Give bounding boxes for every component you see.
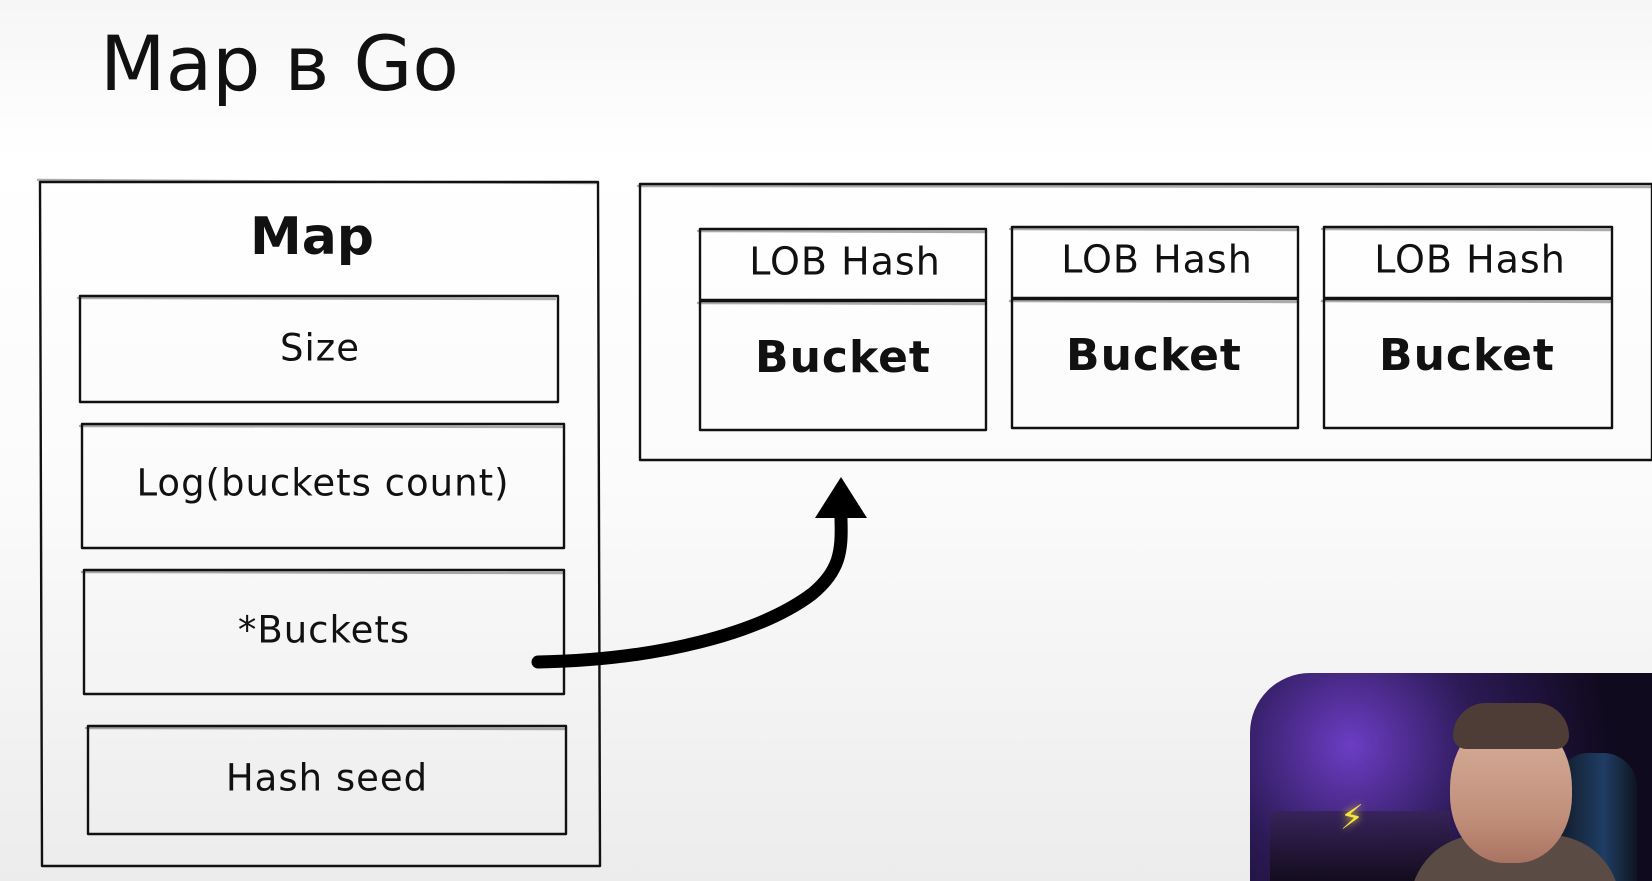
buckets-array-box <box>636 182 1652 462</box>
map-field-hash-seed: Hash seed <box>226 757 428 800</box>
map-struct-title: Map <box>250 207 374 267</box>
map-field-log-buckets-count: Log(buckets count) <box>136 462 509 505</box>
map-field-buckets-pointer: *Buckets <box>238 609 410 652</box>
bucket-1-header: LOB Hash <box>1061 238 1253 282</box>
webcam-person-hair <box>1453 703 1569 749</box>
map-field-size: Size <box>280 327 360 370</box>
pointer-arrow <box>531 477 867 669</box>
bucket-2-label: Bucket <box>1379 330 1555 381</box>
bucket-0-label: Bucket <box>755 332 931 383</box>
bucket-2-header: LOB Hash <box>1374 238 1566 282</box>
bucket-1-label: Bucket <box>1066 330 1242 381</box>
bucket-0-header: LOB Hash <box>749 240 941 284</box>
webcam-lightning-sign: ⚡ <box>1340 798 1364 838</box>
webcam-overlay: ⚡ <box>1250 673 1652 881</box>
